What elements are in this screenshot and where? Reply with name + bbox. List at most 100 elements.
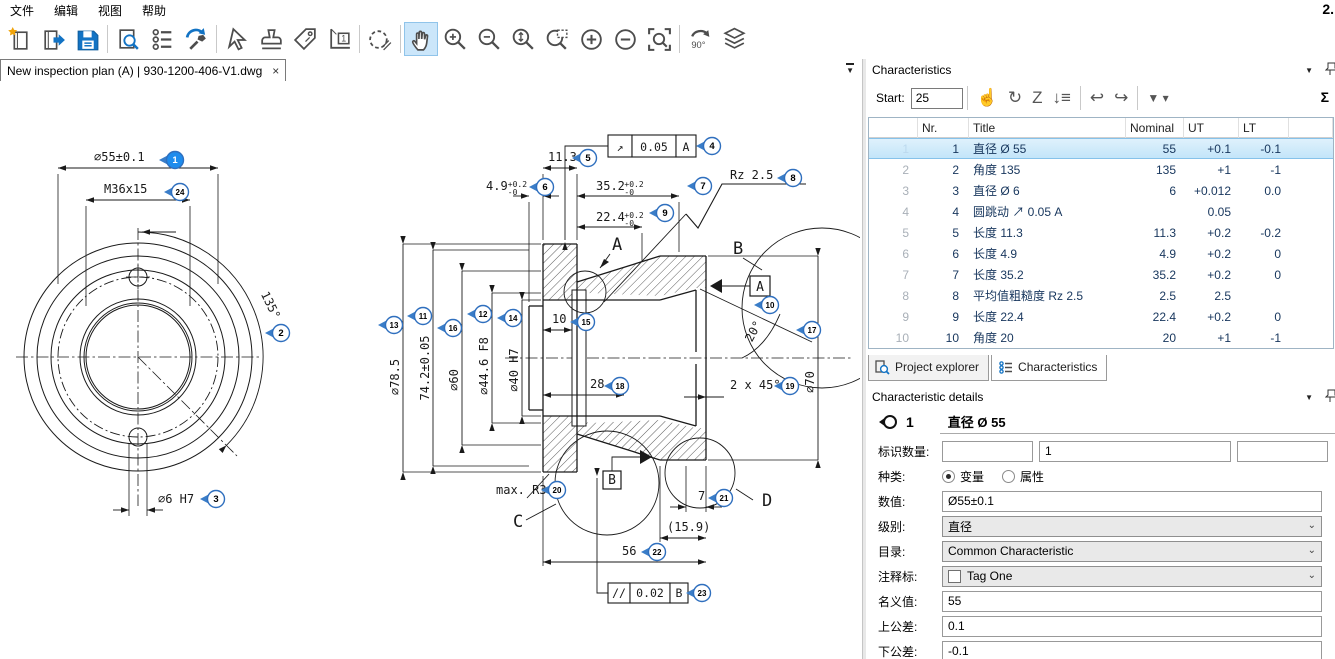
catalog-select[interactable]: Common Characteristic⌄ <box>942 541 1322 562</box>
balloon-22[interactable]: 22 <box>641 544 666 561</box>
nominal-input[interactable]: 55 <box>942 591 1322 612</box>
balloon-2[interactable]: 2 <box>265 325 290 342</box>
balloon-6[interactable]: 6 <box>529 179 554 196</box>
layers-icon[interactable] <box>717 22 751 56</box>
characteristics-table: Nr.TitleNominalUTLT 11直径 Ø 5555+0.1-0.12… <box>868 117 1334 349</box>
table-row[interactable]: 33直径 Ø 66+0.0120.0 <box>869 180 1333 201</box>
balloon-10[interactable]: 10 <box>754 297 779 314</box>
pick-pointer-icon[interactable]: ☝ <box>977 88 998 108</box>
upper-tolerance-input[interactable]: 0.1 <box>942 616 1322 637</box>
balloon-4[interactable]: 4 <box>696 138 721 155</box>
table-row[interactable]: 99长度 22.422.4+0.20 <box>869 306 1333 327</box>
panel-tab-project-explorer[interactable]: Project explorer <box>868 355 989 381</box>
column-header-nominal[interactable]: Nominal <box>1126 118 1184 138</box>
balloon-16[interactable]: 16 <box>437 320 462 337</box>
balloon-11[interactable]: 11 <box>407 308 432 325</box>
menu-item-1[interactable]: 编辑 <box>44 0 88 21</box>
save-icon[interactable] <box>70 22 104 56</box>
balloon-13[interactable]: 13 <box>378 317 403 334</box>
table-row[interactable]: 44圆跳动 ↗ 0.05 A0.05 <box>869 201 1333 222</box>
panel-menu-icon[interactable]: ▼ <box>1305 66 1313 75</box>
table-row[interactable]: 55长度 11.311.3+0.2-0.2 <box>869 222 1333 243</box>
variable-radio[interactable] <box>942 470 955 483</box>
move-row-up-icon[interactable]: ↩ <box>1090 88 1104 108</box>
characteristics-panel-title: Characteristics <box>872 63 951 77</box>
open-document-icon[interactable] <box>36 22 70 56</box>
zoom-in-icon[interactable] <box>438 22 472 56</box>
zigzag-order-icon[interactable]: Z <box>1032 88 1042 108</box>
stamp-icon[interactable] <box>254 22 288 56</box>
zoom-vertical-icon[interactable] <box>506 22 540 56</box>
balloon-12[interactable]: 12 <box>467 306 492 323</box>
table-row[interactable]: 88平均值粗糙度 Rz 2.52.52.5 <box>869 285 1333 306</box>
tag-select[interactable]: Tag One⌄ <box>942 566 1322 587</box>
balloon-9[interactable]: 9 <box>649 205 674 222</box>
details-menu-icon[interactable]: ▼ <box>1305 393 1313 402</box>
menu-item-2[interactable]: 视图 <box>88 0 132 21</box>
value-input[interactable]: Ø55±0.1 <box>942 491 1322 512</box>
tab-list-dropdown-icon[interactable]: ▼ <box>846 63 854 75</box>
tag-icon[interactable] <box>288 22 322 56</box>
id-qty-input-2[interactable]: 1 <box>1039 441 1231 462</box>
decrease-icon[interactable] <box>608 22 642 56</box>
panel-tab-characteristics[interactable]: Characteristics <box>991 355 1107 381</box>
variable-radio-label[interactable]: 变量 <box>960 468 984 485</box>
increase-icon[interactable] <box>574 22 608 56</box>
tab-close-icon[interactable]: × <box>272 64 279 78</box>
balloon-21[interactable]: 21 <box>708 490 733 507</box>
table-row[interactable]: 11直径 Ø 5555+0.1-0.1 <box>869 138 1333 159</box>
table-row[interactable]: 66长度 4.94.9+0.20 <box>869 243 1333 264</box>
balloon-1[interactable]: 1 <box>159 152 184 169</box>
zoom-window-icon[interactable] <box>540 22 574 56</box>
drawing-canvas[interactable]: ∅55±0.11M36x1524∅6 H7311.354.9+0.2-0635.… <box>0 81 860 659</box>
svg-text:2 x 45°: 2 x 45° <box>730 378 781 392</box>
table-row[interactable]: 77长度 35.235.2+0.20 <box>869 264 1333 285</box>
pan-hand-icon[interactable] <box>404 22 438 56</box>
sync-settings-icon[interactable] <box>179 22 213 56</box>
revision-cloud-icon[interactable] <box>363 22 397 56</box>
menu-item-0[interactable]: 文件 <box>0 0 44 21</box>
corner-dimension-icon[interactable]: 1 <box>322 22 356 56</box>
level-select[interactable]: 直径⌄ <box>942 516 1322 537</box>
list-order-icon[interactable]: ↓≡ <box>1053 88 1071 108</box>
rotate-90-icon[interactable]: 90° <box>683 22 717 56</box>
menu-item-3[interactable]: 帮助 <box>132 0 176 21</box>
zoom-fit-icon[interactable] <box>642 22 676 56</box>
id-qty-input-1[interactable] <box>942 441 1033 462</box>
balloon-24[interactable]: 24 <box>164 184 189 201</box>
new-document-icon[interactable] <box>2 22 36 56</box>
move-row-down-icon[interactable]: ↪ <box>1114 88 1128 108</box>
attribute-radio-label[interactable]: 属性 <box>1020 468 1044 485</box>
cell: 0 <box>1239 268 1289 282</box>
details-pin-icon[interactable] <box>1325 389 1335 406</box>
table-row[interactable]: 1010角度 2020+1-1 <box>869 327 1333 348</box>
cell: -0.1 <box>1239 142 1289 156</box>
attribute-radio[interactable] <box>1002 470 1015 483</box>
renumber-icon[interactable]: ↻ <box>1008 88 1022 108</box>
start-number-input[interactable] <box>911 88 963 109</box>
column-header-lt[interactable]: LT <box>1239 118 1289 138</box>
document-tab[interactable]: New inspection plan (A) | 930-1200-406-V… <box>0 59 286 81</box>
column-header-blank[interactable] <box>869 118 918 138</box>
balloon-3[interactable]: 3 <box>200 491 225 508</box>
table-row[interactable]: 22角度 135135+1-1 <box>869 159 1333 180</box>
characteristic-list-icon[interactable] <box>145 22 179 56</box>
application-window: 文件编辑视图帮助 2. 190° New inspection plan (A)… <box>0 0 1335 659</box>
filter-icon[interactable]: ▼ ▾ <box>1147 88 1168 108</box>
lower-tolerance-input[interactable]: -0.1 <box>942 641 1322 659</box>
sum-icon[interactable]: Σ <box>1321 89 1329 105</box>
column-header-blank[interactable] <box>1289 118 1333 138</box>
find-document-icon[interactable] <box>111 22 145 56</box>
select-cursor-icon[interactable] <box>220 22 254 56</box>
column-header-ut[interactable]: UT <box>1184 118 1239 138</box>
tag-checkbox[interactable] <box>948 570 961 583</box>
balloon-23[interactable]: 23 <box>686 585 711 602</box>
column-header-nr[interactable]: Nr. <box>918 118 969 138</box>
pin-icon[interactable] <box>1325 62 1335 79</box>
balloon-14[interactable]: 14 <box>497 310 522 327</box>
id-qty-input-3[interactable] <box>1237 441 1328 462</box>
balloon-18[interactable]: 18 <box>604 378 629 395</box>
column-header-title[interactable]: Title <box>969 118 1126 138</box>
balloon-7[interactable]: 7 <box>687 178 712 195</box>
zoom-out-icon[interactable] <box>472 22 506 56</box>
